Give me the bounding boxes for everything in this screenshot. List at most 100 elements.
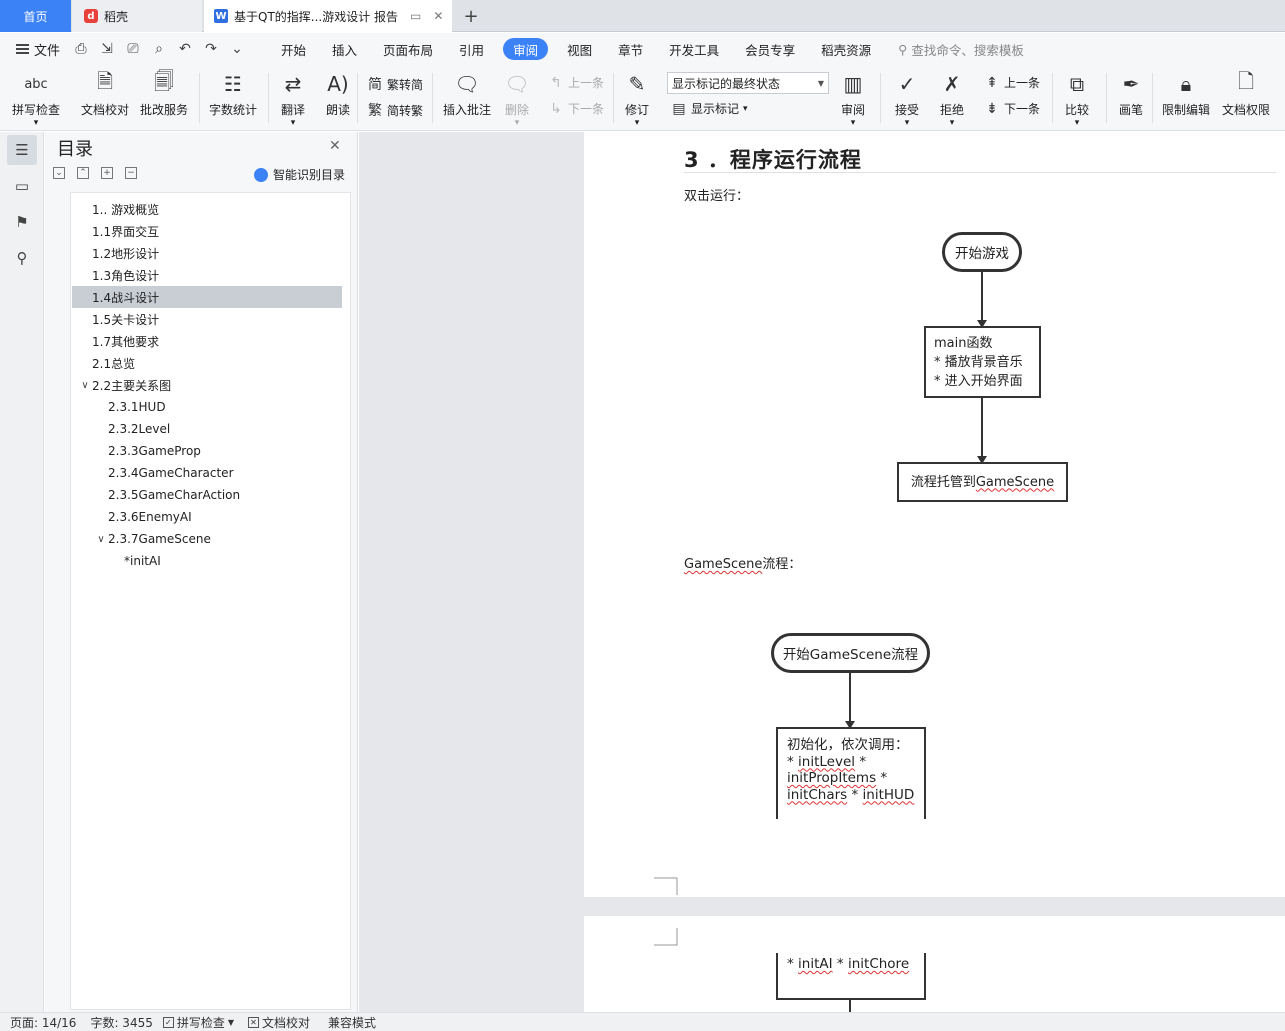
float-window-icon[interactable]: ▭ <box>410 9 421 23</box>
tab-docer[interactable]: d 稻壳 <box>72 0 202 32</box>
delete-comment-button[interactable]: 🗨 删除 ▾ <box>502 69 532 128</box>
next-change-icon: ⇟ <box>986 100 998 117</box>
print-preview-icon[interactable]: ⌕ <box>150 41 168 57</box>
menu-tab-section[interactable]: 章节 <box>605 38 656 60</box>
reject-button[interactable]: ✗ 拒绝 ▾ <box>937 69 967 128</box>
toc-nav-icon[interactable]: ☰ <box>7 135 37 165</box>
toc-item[interactable]: 1.2地形设计 <box>72 242 342 264</box>
menu-tab-start[interactable]: 开始 <box>268 38 319 60</box>
smart-toc-button[interactable]: 智能识别目录 <box>254 166 345 183</box>
toc-item[interactable]: ∨ 2.2主要关系图 <box>72 374 342 396</box>
remove-heading-icon[interactable]: − <box>125 167 137 179</box>
word-count-button[interactable]: ☷ 字数统计 <box>209 69 257 118</box>
expand-all-icon[interactable]: ⌄ <box>53 167 65 179</box>
menu-tab-layout[interactable]: 页面布局 <box>370 38 446 60</box>
document-page[interactable]: 3 ．程序运行流程 双击运行： 开始游戏 main函数 * 播放背景音乐 * 进… <box>584 132 1285 897</box>
prev-comment-button[interactable]: ↰ 上一条 <box>548 74 604 91</box>
redo-icon[interactable]: ↷ <box>202 41 220 57</box>
document-canvas[interactable]: 3 ．程序运行流程 双击运行： 开始游戏 main函数 * 播放背景音乐 * 进… <box>359 132 1285 1012</box>
toc-item-label: 2.2主要关系图 <box>92 378 172 393</box>
toc-item[interactable]: 2.3.6EnemyAI <box>72 506 342 528</box>
chapter-nav-icon[interactable]: ▭ <box>7 171 37 201</box>
page-indicator[interactable]: 页面: 14/16 <box>0 1014 76 1031</box>
new-tab-button[interactable]: + <box>458 0 484 32</box>
gamescene-flow-label: GameScene流程： <box>684 553 801 572</box>
next-change-button[interactable]: ⇟ 下一条 <box>984 100 1040 117</box>
command-search[interactable]: ⚲ 查找命令、搜索模板 <box>898 40 1024 59</box>
doc-permission-button[interactable]: 🗋 文档权限 <box>1222 69 1270 118</box>
show-markup-button[interactable]: ▤ 显示标记 ▾ <box>671 100 747 117</box>
toc-item[interactable]: 2.3.4GameCharacter <box>72 462 342 484</box>
close-tab-icon[interactable]: ✕ <box>433 9 443 23</box>
plus-icon: + <box>463 5 479 27</box>
next-comment-button[interactable]: ↳ 下一条 <box>548 100 604 117</box>
check-icon: ✓ <box>162 1016 174 1028</box>
reject-label: 拒绝 <box>939 103 964 117</box>
simp-to-trad-button[interactable]: 繁 简转繁 <box>367 100 423 120</box>
accept-button[interactable]: ✓ 接受 ▾ <box>892 69 922 128</box>
next-comment-label: 下一条 <box>568 102 605 116</box>
tab-bar: 首页 d 稻壳 W 基于QT的指挥...游戏设计 报告 ▭ ✕ + <box>0 0 1285 32</box>
undo-icon[interactable]: ↶ <box>176 41 194 57</box>
menu-tab-docer-resources[interactable]: 稻壳资源 <box>808 38 884 60</box>
customize-chevron-icon[interactable]: ⌄ <box>228 41 246 57</box>
export-pdf-icon[interactable]: ⇲ <box>98 41 116 57</box>
insert-comment-button[interactable]: 🗨 插入批注 <box>443 69 491 118</box>
toc-item[interactable]: 2.3.5GameCharAction <box>72 484 342 506</box>
menu-tab-developer[interactable]: 开发工具 <box>656 38 732 60</box>
tab-document[interactable]: W 基于QT的指挥...游戏设计 报告 ▭ ✕ <box>204 0 452 32</box>
prev-change-button[interactable]: ⇞ 上一条 <box>984 74 1040 91</box>
ink-button[interactable]: ✒ 画笔 <box>1116 69 1146 118</box>
menu-tab-view[interactable]: 视图 <box>554 38 605 60</box>
menu-tab-review[interactable]: 审阅 <box>503 38 549 60</box>
toc-item[interactable]: 1.. 游戏概览 <box>72 198 342 220</box>
track-changes-button[interactable]: ✎ 修订 ▾ <box>622 69 652 128</box>
print-icon[interactable]: ⎚ <box>124 41 142 57</box>
hamburger-icon <box>16 44 29 54</box>
menu-tab-member[interactable]: 会员专享 <box>732 38 808 60</box>
toc-item[interactable]: 1.1界面交互 <box>72 220 342 242</box>
review-service-label: 批改服务 <box>140 103 189 117</box>
collapse-all-icon[interactable]: ⌃ <box>77 167 89 179</box>
toc-item[interactable]: 1.4战斗设计 <box>72 286 342 308</box>
spell-check-button[interactable]: abc 拼写检查 ▾ <box>12 69 60 129</box>
read-aloud-button[interactable]: A) 朗读 <box>323 69 353 118</box>
file-menu[interactable]: 文件 <box>0 40 72 59</box>
word-count-indicator[interactable]: 字数: 3455 <box>76 1014 152 1031</box>
compare-button[interactable]: ⧉ 比较 ▾ <box>1062 69 1092 128</box>
restrict-edit-button[interactable]: 🔒︎ 限制编辑 <box>1162 69 1210 118</box>
search-icon[interactable]: ⚲ <box>7 243 37 273</box>
doc-proof-button[interactable]: 🗎 文档校对 <box>81 69 129 118</box>
toc-item[interactable]: 2.1总览 <box>72 352 342 374</box>
toc-item[interactable]: 1.5关卡设计 <box>72 308 342 330</box>
review-service-icon: 🗐 <box>154 69 174 93</box>
flow-arrow <box>849 1000 851 1012</box>
toc-item[interactable]: 1.3角色设计 <box>72 264 342 286</box>
document-page[interactable]: * initAI * initChore <box>584 916 1285 1012</box>
toc-item[interactable]: 2.3.2Level <box>72 418 342 440</box>
toc-item[interactable]: ∨ 2.3.7GameScene <box>72 528 342 550</box>
review-service-button[interactable]: 🗐 批改服务 <box>140 69 188 118</box>
translate-button[interactable]: ⇄ 翻译 ▾ <box>278 69 308 128</box>
review-pane-button[interactable]: ▥ 审阅 ▾ <box>838 69 868 128</box>
tab-home[interactable]: 首页 <box>0 0 71 32</box>
spell-check-status[interactable]: ✓ 拼写检查 ▼ <box>153 1014 234 1031</box>
close-icon[interactable]: ✕ <box>329 138 341 154</box>
toc-item[interactable]: 2.3.3GameProp <box>72 440 342 462</box>
menu-tab-references[interactable]: 引用 <box>446 38 497 60</box>
save-icon[interactable]: ⎙ <box>72 41 90 57</box>
toc-item[interactable]: *initAI <box>72 550 342 572</box>
doc-proof-status[interactable]: ✕ 文档校对 <box>234 1014 310 1031</box>
markup-state-select[interactable]: 显示标记的最终状态 ▼ <box>667 72 829 94</box>
chevron-down-icon[interactable]: ∨ <box>78 380 92 391</box>
trad-to-simp-button[interactable]: 简 繁转简 <box>367 74 423 94</box>
dropdown-arrow-icon: ▾ <box>290 118 296 128</box>
toc-item[interactable]: 2.3.1HUD <box>72 396 342 418</box>
toc-item[interactable]: 1.7其他要求 <box>72 330 342 352</box>
next-change-label: 下一条 <box>1004 102 1041 116</box>
menu-tab-insert[interactable]: 插入 <box>319 38 370 60</box>
chevron-down-icon[interactable]: ∨ <box>94 534 108 545</box>
toc-item-label: 2.3.1HUD <box>108 400 166 414</box>
add-heading-icon[interactable]: + <box>101 167 113 179</box>
bookmark-icon[interactable]: ⚑ <box>7 207 37 237</box>
